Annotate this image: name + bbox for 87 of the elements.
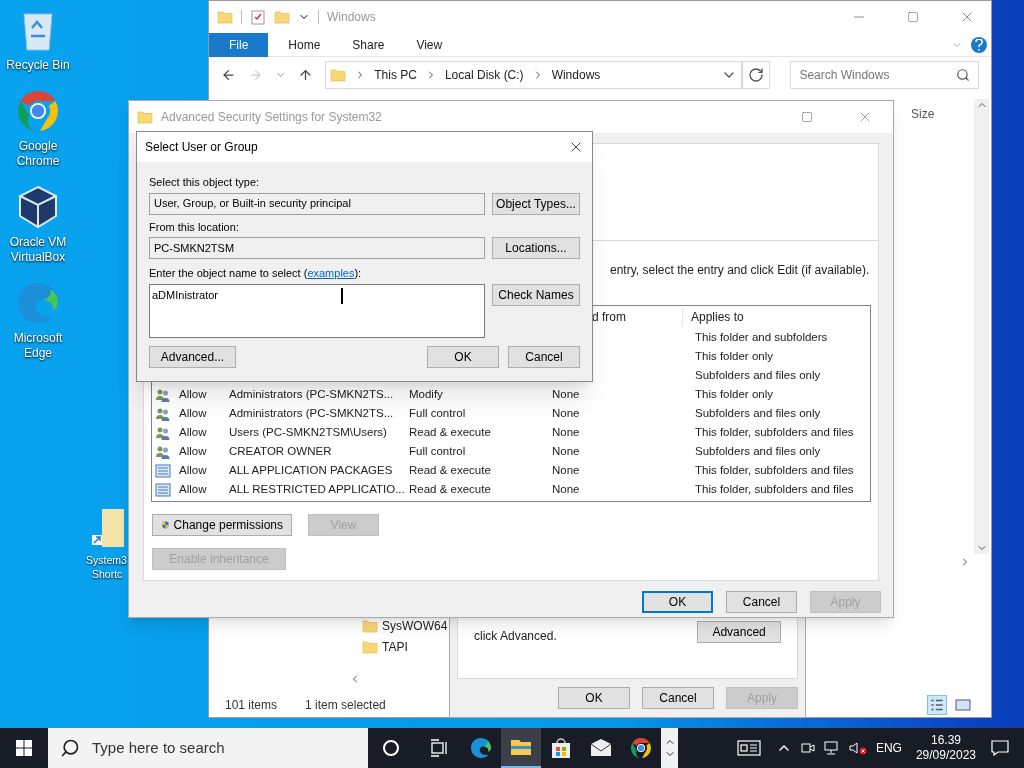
column-header[interactable]: Size — [911, 107, 935, 121]
dialog-button[interactable]: Cancel — [726, 591, 797, 613]
permission-row[interactable]: Allow CREATOR OWNER Full control None Subfolders and files only — [152, 442, 870, 461]
dialog-button[interactable]: OK — [642, 591, 713, 613]
column-header[interactable]: d from — [592, 308, 682, 326]
shopping-bag-icon — [549, 736, 573, 760]
folder-icon — [137, 109, 153, 125]
applies-to-text: Subfolders and files only — [695, 405, 821, 421]
network-icon[interactable] — [823, 740, 840, 756]
field-label: From this location: — [149, 219, 240, 235]
permission-row[interactable]: Allow ALL RESTRICTED APPLICATIO... Read & execute None This folder, subfolders and files — [152, 480, 870, 499]
applies-to-text: This folder, subfolders and files — [695, 462, 854, 478]
task-view-icon[interactable] — [429, 738, 449, 758]
dialog-button[interactable]: Cancel — [642, 687, 714, 709]
refresh-icon — [748, 67, 765, 83]
location-field: PC-SMKN2TSM — [149, 237, 485, 259]
chrome-icon — [629, 736, 653, 760]
ribbon-tab[interactable]: File — [209, 32, 269, 57]
selection-count: 1 item selected — [305, 697, 386, 714]
breadcrumb[interactable]: This PC — [374, 66, 417, 84]
properties-icon[interactable] — [250, 9, 266, 25]
locations-button[interactable]: Locations... — [492, 237, 580, 259]
applies-to-text: Subfolders and files only — [695, 443, 821, 459]
examples-link[interactable]: examples — [307, 267, 355, 279]
window-title: Windows — [327, 9, 376, 26]
back-icon[interactable] — [221, 67, 236, 83]
advanced-button[interactable]: Advanced... — [149, 345, 236, 368]
details-view-icon[interactable] — [927, 695, 947, 715]
dialog-button[interactable]: OK — [558, 687, 630, 709]
news-icon[interactable] — [736, 738, 761, 758]
permission-row[interactable]: Allow ALL APPLICATION PACKAGES Read & execute None This folder, subfolders and files — [152, 461, 870, 480]
cancel-button[interactable]: Cancel — [508, 345, 580, 368]
field-label: Enter the object name to select (examples): — [149, 266, 363, 281]
language-indicator[interactable]: ENG — [875, 739, 902, 757]
refresh-button[interactable] — [742, 61, 771, 89]
file-name[interactable]: TAPI — [382, 637, 408, 656]
applies-to-text: This folder and subfolders — [695, 329, 828, 345]
permission-row[interactable]: Allow Users (PC-SMKN2TSM\Users) Read & execute None This folder, subfolders and files — [152, 423, 870, 442]
permission-row[interactable]: Allow Administrators (PC-SMKN2TS... Full control None Subfolders and files only — [152, 404, 870, 423]
object-type-field: User, Group, or Built-in security principal — [149, 192, 485, 215]
note-text: click Advanced. — [474, 628, 558, 645]
volume-muted-icon[interactable] — [847, 740, 868, 756]
breadcrumb[interactable]: Local Disk (C:) — [444, 66, 524, 84]
file-name[interactable]: SysWOW64 — [382, 616, 448, 635]
object-name-field[interactable]: aDMInistrator — [149, 283, 485, 338]
folder-icon — [217, 9, 233, 25]
object-types-button[interactable]: Object Types... — [492, 192, 580, 215]
window-title: Advanced Security Settings for System32 — [161, 109, 382, 126]
app-package-icon — [155, 481, 171, 498]
text-cursor — [341, 288, 343, 304]
breadcrumb[interactable]: Windows — [551, 66, 601, 84]
notifications-icon[interactable] — [990, 738, 1010, 758]
cortana-icon[interactable] — [383, 740, 399, 756]
field-label: Select this object type: — [149, 175, 261, 190]
folder-icon — [362, 638, 378, 655]
search-icon[interactable] — [956, 68, 970, 82]
applies-to-text: This folder, subfolders and files — [695, 424, 854, 440]
ribbon-tab[interactable]: Home — [272, 32, 337, 57]
dialog-title: Select User or Group — [145, 139, 258, 156]
instruction-text: entry, select the entry and click Edit (if available). — [610, 263, 870, 277]
clock[interactable]: 16.39 29/09/2023 — [915, 733, 976, 763]
applies-to-text: Subfolders and files only — [695, 367, 821, 383]
help-icon[interactable] — [971, 36, 987, 53]
ribbon-tab[interactable]: View — [400, 32, 459, 57]
folder-icon — [330, 67, 347, 83]
folder-icon — [362, 617, 378, 634]
address-bar[interactable]: This PC Local Disk (C:) Windows — [325, 61, 743, 89]
app-package-icon — [155, 462, 171, 479]
applies-to-text: This folder only — [695, 386, 773, 402]
search-field[interactable]: Search Windows — [790, 61, 979, 89]
windows-logo-icon — [16, 740, 32, 756]
search-icon — [60, 738, 80, 758]
taskbar-search-field[interactable]: Type here to search — [48, 728, 368, 768]
change-permissions-button[interactable]: Change permissions — [152, 514, 292, 536]
taskbar-app[interactable] — [501, 728, 541, 768]
column-header[interactable]: Applies to — [682, 308, 744, 326]
advanced-button[interactable]: Advanced — [697, 621, 781, 643]
ribbon-tab[interactable]: Share — [336, 32, 401, 57]
check-names-button[interactable]: Check Names — [492, 283, 580, 306]
applies-to-text: This folder, subfolders and files — [695, 481, 854, 497]
ok-button[interactable]: OK — [427, 345, 499, 368]
new-folder-icon — [274, 9, 290, 25]
item-count: 101 items — [225, 697, 278, 714]
camera-icon[interactable] — [799, 740, 816, 756]
permission-row[interactable]: Allow Administrators (PC-SMKN2TS... Modify None This folder only — [152, 385, 870, 404]
preview-view-icon[interactable] — [955, 697, 971, 713]
edge-icon — [469, 736, 493, 760]
